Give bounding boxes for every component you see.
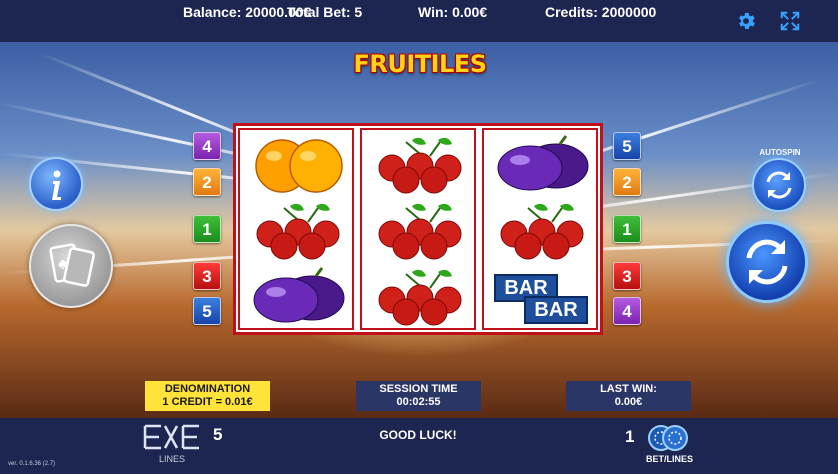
lines-value: 5 [213,425,223,444]
session-time-panel: SESSION TIME 00:02:55 [356,381,481,411]
lines-icon [143,424,199,450]
line-badge-right-1: 1 [613,215,641,243]
cherries-symbol [490,200,594,262]
status-message: GOOD LUCK! [379,428,457,442]
version-text: ver. 0.1.6.36 (2.7) [8,461,56,467]
line-badge-right-4: 4 [613,297,641,325]
cherries-symbol [368,266,472,328]
gear-icon[interactable] [735,10,757,32]
game-title: FRUITILES [353,50,487,78]
lines-label: LINES [159,454,186,464]
lines-selector[interactable] [143,424,203,450]
bar-symbol: BAR BAR [490,266,594,328]
line-badge-left-2: 2 [193,168,221,196]
reel-area: BAR BAR [233,123,603,335]
balance-label: Balance: [183,4,242,20]
line-badge-left-3: 3 [193,262,221,290]
credits-label: Credits: [545,4,598,20]
spin-arrows-icon [746,239,788,285]
info-button[interactable] [29,157,83,211]
bar-symbol-bottom: BAR [524,296,588,324]
last-win-value: 0.00€ [614,396,643,408]
line-badge-right-5: 5 [613,132,641,160]
reel-2 [360,128,476,330]
bottom-bar: 5 LINES GOOD LUCK! 1 BET/LINES ver. 0.1.… [0,418,838,474]
bet-value: 1 [625,427,635,446]
cherries-symbol [246,200,350,262]
playing-cards-icon [49,243,95,287]
denomination-panel[interactable]: DENOMINATION 1 CREDIT = 0.01€ [145,381,270,411]
gamble-button[interactable] [29,224,113,308]
total-bet-value: 5 [354,4,363,20]
line-badge-right-3: 3 [613,262,641,290]
cherries-symbol [368,200,472,262]
line-badge-left-1: 1 [193,215,221,243]
denomination-label: DENOMINATION [164,383,251,395]
last-win-panel: LAST WIN: 0.00€ [566,381,691,411]
session-time-value: 00:02:55 [396,396,441,408]
autospin-label: AUTOSPIN [759,148,801,157]
last-win-label: LAST WIN: [600,383,657,395]
bet-selector[interactable] [645,423,693,453]
autospin-arrows-icon [766,171,792,199]
credits-stat: Credits: 2000000 [545,4,656,20]
spin-button[interactable] [726,221,808,303]
reel-3: BAR BAR [482,128,598,330]
line-badge-right-2: 2 [613,168,641,196]
session-time-label: SESSION TIME [379,383,458,395]
reel-1 [238,128,354,330]
credits-value: 2000000 [601,4,657,20]
autospin-button[interactable] [752,158,806,212]
win-stat: Win: 0.00€ [418,4,487,20]
cherries-symbol [368,134,472,196]
total-bet-label: Total Bet: [287,4,351,20]
plum-symbol [490,134,594,196]
win-value: 0.00€ [452,4,488,20]
info-icon [52,170,61,200]
line-badge-left-4: 4 [193,132,221,160]
bet-lines-label: BET/LINES [646,454,694,464]
line-badge-left-5: 5 [193,297,221,325]
total-bet-stat: Total Bet: 5 [287,4,362,20]
fullscreen-icon[interactable] [779,10,801,32]
chips-icon [648,425,688,451]
top-bar: Balance: 20000.00€ Total Bet: 5 Win: 0.0… [0,0,838,42]
plum-symbol [246,266,350,328]
orange-symbol [246,134,350,196]
win-label: Win: [418,4,449,20]
denomination-value: 1 CREDIT = 0.01€ [162,396,253,408]
